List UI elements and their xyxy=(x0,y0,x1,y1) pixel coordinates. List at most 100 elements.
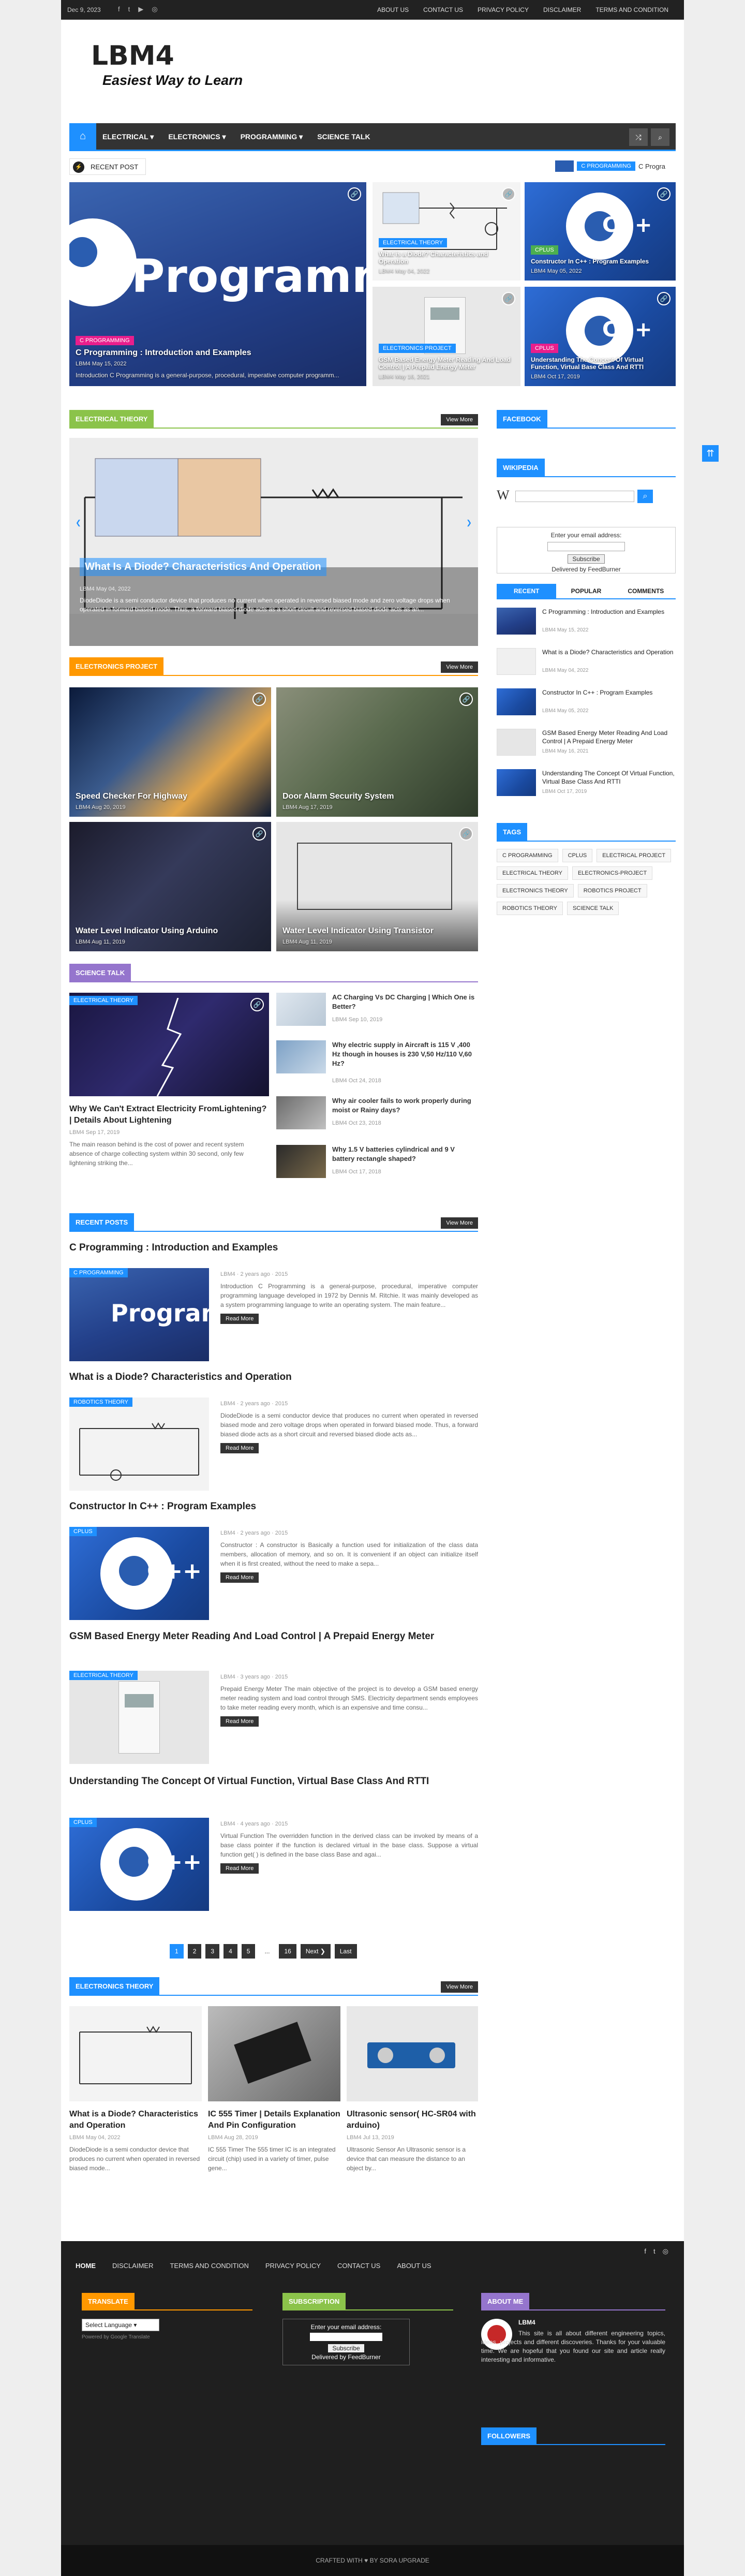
facebook-icon[interactable]: f xyxy=(644,2247,646,2256)
top-link-terms[interactable]: TERMS AND CONDITION xyxy=(595,6,668,13)
sidebar-recent-title[interactable]: C Programming : Introduction and Example… xyxy=(542,608,676,616)
tab-comments[interactable]: COMMENTS xyxy=(616,584,676,598)
card-title[interactable]: Ultrasonic sensor( HC-SR04 with arduino) xyxy=(347,2109,478,2131)
post-thumb[interactable]: Program C PROGRAMMING xyxy=(69,1268,226,1361)
sidebar-recent-1[interactable]: C Programming : Introduction and Example… xyxy=(497,608,676,642)
post-tag[interactable]: ROBOTICS THEORY xyxy=(69,1397,132,1407)
shuffle-icon[interactable]: ⤮ xyxy=(629,128,648,146)
link-icon[interactable]: 🔗 xyxy=(250,998,264,1011)
section-label[interactable]: SCIENCE TALK xyxy=(69,964,131,982)
tag-electrical-project[interactable]: ELECTRICAL PROJECT xyxy=(597,849,672,862)
search-icon[interactable]: ⌕ xyxy=(651,128,669,146)
card-title[interactable]: IC 555 Timer | Details Explanation And P… xyxy=(208,2109,340,2131)
post-thumb[interactable]: C++ CPLUS xyxy=(69,1818,209,1911)
site-logo[interactable]: LBM4 xyxy=(91,40,174,71)
post-thumb[interactable]: ROBOTICS THEORY xyxy=(69,1397,209,1491)
card-thumb[interactable] xyxy=(208,2006,340,2101)
section-label[interactable]: ELECTRONICS THEORY xyxy=(69,1977,160,1996)
prev-arrow-icon[interactable]: ❮ xyxy=(76,519,81,527)
hero-bottom-2[interactable]: C++ 🔗 CPLUS Understanding The Concept Of… xyxy=(525,287,676,386)
hero-top-1-title[interactable]: What is a Diode? Characteristics and Ope… xyxy=(379,251,514,265)
view-more-button[interactable]: View More xyxy=(441,1217,478,1229)
hero-bottom-1[interactable]: 🔗 ELECTRONICS PROJECT GSM Based Energy M… xyxy=(373,287,520,386)
tag-science-talk[interactable]: SCIENCE TALK xyxy=(567,902,619,915)
link-icon[interactable]: 🔗 xyxy=(502,187,515,201)
hero-main-title[interactable]: C Programming : Introduction and Example… xyxy=(76,348,360,358)
read-more-button[interactable]: Read More xyxy=(220,1314,259,1324)
science-main-tag[interactable]: ELECTRICAL THEORY xyxy=(69,996,138,1005)
post-tag[interactable]: CPLUS xyxy=(69,1527,97,1536)
science-main-image[interactable]: ELECTRICAL THEORY 🔗 xyxy=(69,993,269,1096)
tab-popular[interactable]: POPULAR xyxy=(556,584,616,598)
hero-bottom-2-title[interactable]: Understanding The Concept Of Virtual Fun… xyxy=(531,356,669,371)
link-icon[interactable]: 🔗 xyxy=(657,292,671,305)
hero-top-2-tag[interactable]: CPLUS xyxy=(531,245,558,255)
view-more-button[interactable]: View More xyxy=(441,661,478,673)
tag-robotics-project[interactable]: ROBOTICS PROJECT xyxy=(577,884,647,897)
slide-title[interactable]: What Is A Diode? Characteristics And Ope… xyxy=(80,558,326,576)
youtube-icon[interactable]: ▶ xyxy=(138,5,143,13)
post-thumb[interactable]: C++ CPLUS xyxy=(69,1527,209,1620)
science-list-item-3[interactable]: Why air cooler fails to work properly du… xyxy=(276,1096,478,1132)
ticker-item[interactable]: C PROGRAMMING C Progra xyxy=(555,160,665,172)
page-3[interactable]: 3 xyxy=(205,1944,220,1959)
link-icon[interactable]: 🔗 xyxy=(252,693,266,706)
tag-robotics-theory[interactable]: ROBOTICS THEORY xyxy=(497,902,563,915)
page-1[interactable]: 1 xyxy=(170,1944,184,1959)
scroll-to-top-icon[interactable]: ⇈ xyxy=(702,445,719,462)
sidebar-recent-title[interactable]: Constructor In C++ : Program Examples xyxy=(542,688,676,697)
post-tag[interactable]: ELECTRICAL THEORY xyxy=(69,1671,138,1680)
twitter-icon[interactable]: t xyxy=(653,2247,655,2256)
project-card-1[interactable]: 🔗 Speed Checker For Highway LBM4 Aug 20, … xyxy=(69,687,271,817)
footer-link-contact[interactable]: CONTACT US xyxy=(337,2262,380,2270)
section-label[interactable]: ELECTRONICS PROJECT xyxy=(69,657,164,676)
post-tag[interactable]: C PROGRAMMING xyxy=(69,1268,128,1277)
science-item-title[interactable]: Why air cooler fails to work properly du… xyxy=(332,1096,478,1115)
tag-electronics-project[interactable]: ELECTRONICS-PROJECT xyxy=(572,866,653,880)
page-last[interactable]: Last xyxy=(334,1944,357,1959)
hero-bottom-2-tag[interactable]: CPLUS xyxy=(531,344,558,353)
footer-link-home[interactable]: HOME xyxy=(76,2262,96,2270)
read-more-button[interactable]: Read More xyxy=(220,1716,259,1727)
home-icon[interactable]: ⌂ xyxy=(69,123,96,150)
top-link-about[interactable]: ABOUT US xyxy=(377,6,409,13)
page-5[interactable]: 5 xyxy=(241,1944,256,1959)
science-item-title[interactable]: Why electric supply in Aircraft is 115 V… xyxy=(332,1040,478,1068)
sidebar-recent-title[interactable]: What is a Diode? Characteristics and Ope… xyxy=(542,648,676,656)
instagram-icon[interactable]: ◎ xyxy=(152,5,157,13)
link-icon[interactable]: 🔗 xyxy=(459,693,473,706)
wiki-search-button[interactable]: ⌕ xyxy=(637,490,653,503)
page-4[interactable]: 4 xyxy=(224,1944,237,1959)
subscribe-button[interactable]: Subscribe xyxy=(568,554,605,564)
project-card-3[interactable]: 🔗 Water Level Indicator Using Arduino LBM… xyxy=(69,822,271,951)
project-title[interactable]: Water Level Indicator Using Transistor xyxy=(282,926,472,936)
top-link-privacy[interactable]: PRIVACY POLICY xyxy=(478,6,529,13)
science-list-item-1[interactable]: AC Charging Vs DC Charging | Which One i… xyxy=(276,993,478,1029)
science-list-item-4[interactable]: Why 1.5 V batteries cylindrical and 9 V … xyxy=(276,1145,478,1181)
science-item-title[interactable]: AC Charging Vs DC Charging | Which One i… xyxy=(332,993,478,1011)
twitter-icon[interactable]: t xyxy=(128,5,130,13)
science-item-title[interactable]: Why 1.5 V batteries cylindrical and 9 V … xyxy=(332,1145,478,1164)
card-thumb[interactable] xyxy=(347,2006,478,2101)
footer-link-disclaimer[interactable]: DISCLAIMER xyxy=(112,2262,153,2270)
nav-electronics[interactable]: ELECTRONICS ▾ xyxy=(168,133,226,141)
hero-bottom-1-tag[interactable]: ELECTRONICS PROJECT xyxy=(379,344,456,353)
hero-top-2[interactable]: C++ 🔗 CPLUS Constructor In C++ : Program… xyxy=(525,182,676,281)
tag-electrical-theory[interactable]: ELECTRICAL THEORY xyxy=(497,866,568,880)
subscribe-email-input[interactable] xyxy=(547,542,625,551)
sidebar-recent-3[interactable]: Constructor In C++ : Program Examples LB… xyxy=(497,688,676,723)
footer-sub-input[interactable] xyxy=(310,2333,382,2341)
instagram-icon[interactable]: ◎ xyxy=(663,2247,668,2256)
next-arrow-icon[interactable]: ❯ xyxy=(466,519,472,527)
page-16[interactable]: 16 xyxy=(279,1944,296,1959)
project-title[interactable]: Door Alarm Security System xyxy=(282,792,472,801)
facebook-icon[interactable]: f xyxy=(118,5,120,13)
hero-top-1-tag[interactable]: ELECTRICAL THEORY xyxy=(379,238,447,247)
nav-science-talk[interactable]: SCIENCE TALK xyxy=(317,133,370,141)
hero-top-1[interactable]: 🔗 ELECTRICAL THEORY What is a Diode? Cha… xyxy=(373,182,520,281)
hero-main-tag[interactable]: C PROGRAMMING xyxy=(76,336,134,345)
tab-recent[interactable]: RECENT xyxy=(497,584,557,598)
sidebar-recent-5[interactable]: Understanding The Concept Of Virtual Fun… xyxy=(497,769,676,803)
about-name[interactable]: LBM4 xyxy=(518,2319,535,2326)
electrical-theory-slide[interactable]: ❮ ❯ What Is A Diode? Characteristics And… xyxy=(69,438,478,646)
